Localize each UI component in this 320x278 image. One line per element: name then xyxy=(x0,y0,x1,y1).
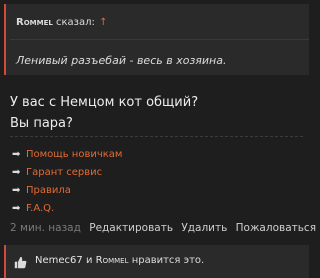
post-time[interactable]: 2 мин. назад xyxy=(10,222,81,234)
quote-text: Ленивый разъебай - весь в хозяина. xyxy=(16,54,227,67)
link-item: ➡ Помощь новичкам xyxy=(12,145,122,163)
thumbs-up-icon xyxy=(14,254,27,273)
edit-button[interactable]: Редактировать xyxy=(89,222,173,234)
link-item: ➡ Правила xyxy=(12,181,122,199)
arrow-right-icon: ➡ xyxy=(12,184,21,196)
likes-bar: Nemec67 и Rommel нравится это. xyxy=(4,245,309,278)
quote-author[interactable]: Rommel xyxy=(16,17,53,28)
signature-links: ➡ Помощь новичкам ➡ Гарант сервис ➡ Прав… xyxy=(12,145,122,217)
quote-said-label: сказал: xyxy=(56,17,95,28)
link-item: ➡ F.A.Q. xyxy=(12,199,122,217)
report-button[interactable]: Пожаловаться xyxy=(236,222,316,234)
link-faq[interactable]: F.A.Q. xyxy=(26,203,54,214)
link-help-newbies[interactable]: Помощь новичкам xyxy=(26,149,122,160)
link-item: ➡ Гарант сервис xyxy=(12,163,122,181)
arrow-right-icon: ➡ xyxy=(12,148,21,160)
like-user-link[interactable]: Nemec67 xyxy=(35,255,83,266)
likes-and: и xyxy=(85,255,93,266)
message-line: Вы пара? xyxy=(10,116,73,131)
message-body: У вас с Немцом кот общий? Вы пара? xyxy=(10,92,198,134)
quote-block: Rommel сказал: ↑ Ленивый разъебай - весь… xyxy=(4,4,309,75)
quote-divider xyxy=(10,39,309,40)
arrow-right-icon: ➡ xyxy=(12,202,21,214)
arrow-right-icon: ➡ xyxy=(12,166,21,178)
jump-to-quote-icon[interactable]: ↑ xyxy=(99,17,107,28)
message-line: У вас с Немцом кот общий? xyxy=(10,95,199,110)
like-user-link[interactable]: Rommel xyxy=(96,255,129,266)
link-rules[interactable]: Правила xyxy=(26,185,71,196)
link-escrow-service[interactable]: Гарант сервис xyxy=(26,167,102,178)
signature-divider xyxy=(10,136,303,138)
likes-suffix: нравится это. xyxy=(131,255,205,266)
post-actions: 2 мин. назад Редактировать Удалить Пожал… xyxy=(10,222,316,234)
quote-header: Rommel сказал: ↑ xyxy=(16,17,107,28)
delete-button[interactable]: Удалить xyxy=(181,222,227,234)
likes-text: Nemec67 и Rommel нравится это. xyxy=(35,255,204,266)
